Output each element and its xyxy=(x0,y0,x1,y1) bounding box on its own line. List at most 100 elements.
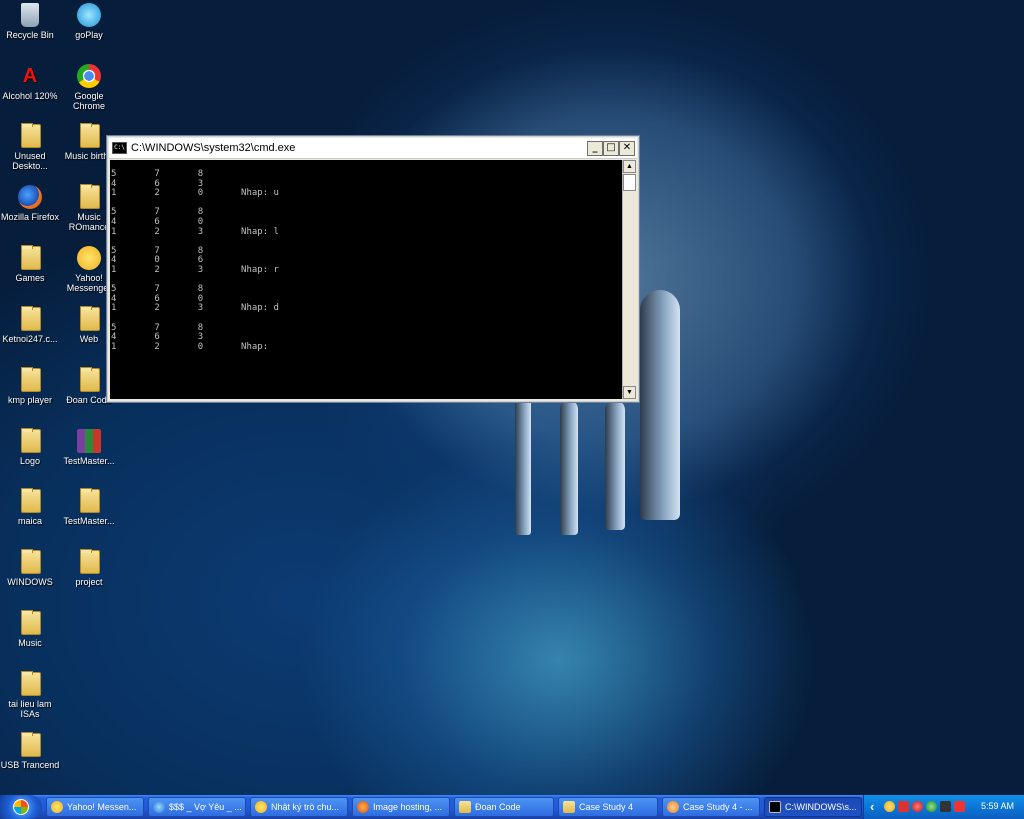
desktop-icon-label: Logo xyxy=(19,456,41,466)
desktop-icon-music[interactable]: Music xyxy=(0,611,60,648)
taskbar-button-label: Case Study 4 xyxy=(579,802,634,812)
folder-icon xyxy=(21,429,41,453)
app-tray-icon[interactable] xyxy=(940,801,951,812)
goplay-icon xyxy=(77,3,101,27)
taskbar-button-image-hosting[interactable]: Image hosting, ... xyxy=(352,797,450,817)
desktop-icon-games[interactable]: Games xyxy=(0,246,60,283)
desktop-icon-usb-trancend[interactable]: USB Trancend xyxy=(0,733,60,770)
console-text: 5 7 8 4 6 3 1 2 0 Nhap: u 5 7 8 4 6 0 1 … xyxy=(111,169,279,352)
taskbar-button-label: Yahoo! Messen... xyxy=(67,802,137,812)
taskbar-button-doan-code[interactable]: Đoan Code xyxy=(454,797,554,817)
vietkey-tray-icon[interactable] xyxy=(954,801,965,812)
desktop-icon-google-chrome[interactable]: Google Chrome xyxy=(59,64,119,111)
scroll-down-button[interactable]: ▼ xyxy=(623,386,636,399)
taskbar-button-vo-yeu[interactable]: $$$ _ Vợ Yêu _ ... xyxy=(148,797,246,817)
desktop-icon-label: tai lieu lam ISAs xyxy=(8,699,52,719)
folder-icon xyxy=(80,185,100,209)
folder-icon xyxy=(21,733,41,757)
desktop-icon-label: TestMaster... xyxy=(63,456,115,466)
desktop-icon-testmaster-archive[interactable]: TestMaster... xyxy=(59,429,119,466)
desktop-icon-maica[interactable]: maica xyxy=(0,489,60,526)
yahoo-icon xyxy=(51,801,63,813)
desktop-icon-tai-lieu[interactable]: tai lieu lam ISAs xyxy=(0,672,60,719)
folder-icon xyxy=(21,368,41,392)
vertical-scrollbar[interactable]: ▲ ▼ xyxy=(622,160,636,399)
folder-icon xyxy=(21,611,41,635)
windows-logo-icon xyxy=(13,799,29,815)
desktop-icon-ketnoi247[interactable]: Ketnoi247.c... xyxy=(0,307,60,344)
cmd-icon: C:\ xyxy=(112,142,127,154)
taskbar-button-label: Đoan Code xyxy=(475,802,521,812)
desktop-icon-label: Alcohol 120% xyxy=(2,91,58,101)
desktop-icon-firefox[interactable]: Mozilla Firefox xyxy=(0,185,60,222)
system-tray: ‹ 5:59 AM xyxy=(863,795,1024,819)
folder-icon xyxy=(80,307,100,331)
folder-icon xyxy=(21,672,41,696)
taskbar-button-case-study-4-doc[interactable]: Case Study 4 - ... xyxy=(662,797,760,817)
folder-icon xyxy=(80,368,100,392)
desktop-icon-label: WINDOWS xyxy=(7,577,53,587)
start-button[interactable] xyxy=(0,795,42,819)
wallpaper-horse-leg xyxy=(515,395,531,535)
alcohol-icon: A xyxy=(22,65,38,87)
minimize-button[interactable]: _ xyxy=(587,141,603,156)
desktop-icon-label: project xyxy=(75,577,103,587)
maximize-button[interactable]: □ xyxy=(603,141,619,156)
recycle-bin-icon xyxy=(21,3,39,27)
taskbar-button-cmd[interactable]: C:\WINDOWS\s... xyxy=(764,797,862,817)
desktop-icon-alcohol[interactable]: A Alcohol 120% xyxy=(0,64,60,101)
desktop-icon-label: Mozilla Firefox xyxy=(0,212,59,222)
taskbar-button-case-study-4[interactable]: Case Study 4 xyxy=(558,797,658,817)
scroll-thumb[interactable] xyxy=(623,174,636,191)
folder-icon xyxy=(21,307,41,331)
taskbar-button-label: Nhật ký trò chu... xyxy=(271,802,340,812)
cmd-window[interactable]: C:\ C:\WINDOWS\system32\cmd.exe _ □ ✕ 5 … xyxy=(106,135,640,403)
yahoo-tray-icon[interactable] xyxy=(884,801,895,812)
desktop: Recycle Bin A Alcohol 120% Unused Deskto… xyxy=(0,0,1024,795)
desktop-icon-goplay[interactable]: goPlay xyxy=(59,3,119,40)
desktop-icon-logo[interactable]: Logo xyxy=(0,429,60,466)
desktop-icon-label: Games xyxy=(15,273,45,283)
wallpaper-horse-leg xyxy=(640,290,680,520)
desktop-icon-unused-desktop[interactable]: Unused Deskto... xyxy=(0,124,60,171)
console-output[interactable]: 5 7 8 4 6 3 1 2 0 Nhap: u 5 7 8 4 6 0 1 … xyxy=(110,160,623,399)
folder-icon xyxy=(459,801,471,813)
desktop-icon-label: goPlay xyxy=(75,30,103,40)
chrome-icon xyxy=(77,64,101,88)
taskbar-button-label: C:\WINDOWS\s... xyxy=(785,802,857,812)
close-button[interactable]: ✕ xyxy=(619,141,635,156)
cmd-window-title: C:\WINDOWS\system32\cmd.exe xyxy=(131,142,296,154)
security-tray-icon[interactable] xyxy=(926,801,937,812)
desktop-icon-kmp-player[interactable]: kmp player xyxy=(0,368,60,405)
folder-icon xyxy=(21,246,41,270)
folder-icon xyxy=(563,801,575,813)
desktop-icon-recycle-bin[interactable]: Recycle Bin xyxy=(0,3,60,40)
taskbar: Yahoo! Messen... $$$ _ Vợ Yêu _ ... Nhật… xyxy=(0,795,1024,819)
desktop-icon-label: Music xyxy=(18,638,42,648)
ie-icon xyxy=(153,801,165,813)
folder-icon xyxy=(21,550,41,574)
yahoo-icon xyxy=(255,801,267,813)
desktop-icon-label: Google Chrome xyxy=(72,91,105,111)
desktop-icon-testmaster-folder[interactable]: TestMaster... xyxy=(59,489,119,526)
taskbar-button-label: Image hosting, ... xyxy=(373,802,443,812)
desktop-icon-label: maica xyxy=(17,516,42,526)
desktop-icon-label: TestMaster... xyxy=(63,516,115,526)
desktop-icon-label: Unused Deskto... xyxy=(12,151,48,171)
tray-expand-chevron-icon[interactable]: ‹ xyxy=(870,799,874,814)
taskbar-button-label: $$$ _ Vợ Yêu _ ... xyxy=(169,802,242,812)
winrar-icon xyxy=(77,429,101,453)
yahoo-messenger-icon xyxy=(77,246,101,270)
folder-icon xyxy=(21,124,41,148)
cmd-titlebar[interactable]: C:\ C:\WINDOWS\system32\cmd.exe _ □ ✕ xyxy=(109,138,637,159)
alert-tray-icon[interactable] xyxy=(912,801,923,812)
network-tray-icon[interactable] xyxy=(898,801,909,812)
desktop-icon-windows[interactable]: WINDOWS xyxy=(0,550,60,587)
desktop-icon-project[interactable]: project xyxy=(59,550,119,587)
desktop-icon-label: kmp player xyxy=(7,395,52,405)
taskbar-button-yahoo-messenger[interactable]: Yahoo! Messen... xyxy=(46,797,144,817)
scroll-up-button[interactable]: ▲ xyxy=(623,160,636,173)
desktop-icon-label: Recycle Bin xyxy=(6,30,54,40)
taskbar-button-nhat-ky[interactable]: Nhật ký trò chu... xyxy=(250,797,348,817)
clock[interactable]: 5:59 AM xyxy=(981,801,1014,811)
